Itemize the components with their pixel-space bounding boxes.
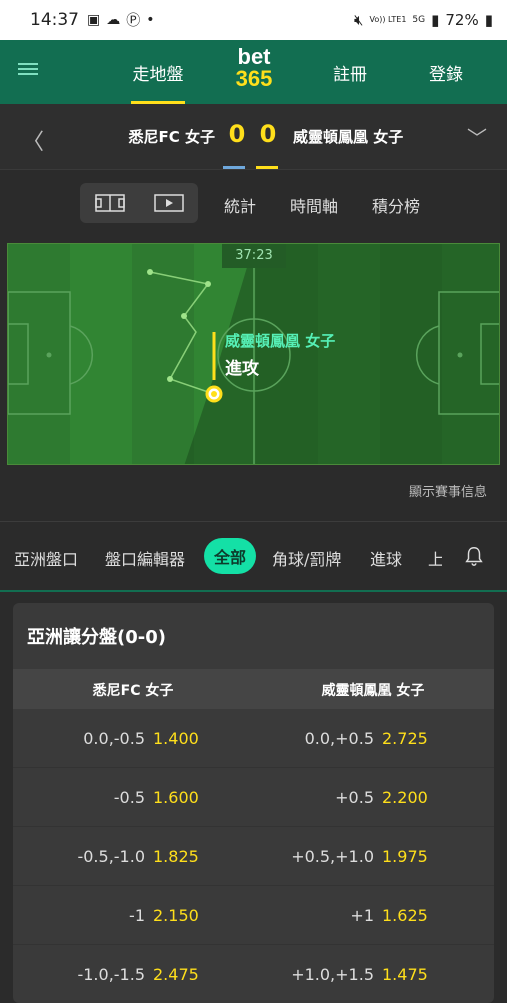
parking-icon: Ⓟ [126, 13, 141, 29]
section-accent-line [0, 590, 507, 592]
odds-value: 1.600 [153, 788, 199, 807]
dot-icon: • [146, 12, 155, 28]
odds-value: 1.400 [153, 729, 199, 748]
video-view-button[interactable] [139, 183, 198, 223]
nav-inplay-label: 走地盤 [132, 64, 184, 85]
pitch-icon [94, 194, 125, 212]
handicap-line: +1.0,+1.5 [291, 965, 374, 984]
pitch-view-button[interactable] [80, 183, 139, 223]
status-bar: 14:37 ▣ ☁ Ⓟ • 🔇︎ Vo)) LTE1 5G ▮ 72% ▮ [0, 0, 507, 40]
bet365-logo[interactable]: bet 365 [224, 46, 284, 98]
top-nav: 走地盤 bet 365 註冊 登錄 [0, 40, 507, 104]
away-score: 0 [259, 120, 277, 148]
odds-value: 1.625 [382, 906, 428, 925]
nav-login[interactable]: 登錄 [428, 40, 464, 104]
gallery-icon: ▣ [87, 12, 101, 28]
home-team-name: 悉尼FC 女子 [128, 128, 215, 146]
col-away-label: 威靈頓鳳凰 女子 [321, 683, 425, 699]
menu-icon[interactable] [18, 60, 38, 80]
chevron-down-icon[interactable]: ﹀ [467, 122, 487, 151]
attacking-team-label: 威靈頓鳳凰 女子 [225, 332, 336, 350]
show-match-info-link[interactable]: 顯示賽事信息 [409, 481, 487, 500]
odds-value: 1.475 [382, 965, 428, 984]
home-score: 0 [228, 120, 246, 148]
odds-value: 1.975 [382, 847, 428, 866]
nav-register-label: 註冊 [333, 64, 367, 85]
table-row: -0.5,-1.0 1.825 +0.5,+1.0 1.975 [13, 827, 494, 886]
odds-value: 2.725 [382, 729, 428, 748]
match-view-tabs: 統計 時間軸 積分榜 [0, 171, 507, 237]
away-odds-cell[interactable]: +0.5 2.200 [253, 768, 493, 827]
bell-icon[interactable] [463, 544, 485, 568]
away-team-name: 威靈頓鳳凰 女子 [293, 128, 404, 146]
mute-icon: 🔇︎ [354, 11, 364, 29]
tab-stats[interactable]: 統計 [224, 193, 256, 217]
view-toggle [80, 183, 198, 223]
away-odds-cell[interactable]: +1.0,+1.5 1.475 [253, 945, 493, 1003]
table-row: -1.0,-1.5 2.475 +1.0,+1.5 1.475 [13, 945, 494, 1003]
table-row: 0.0,-0.5 1.400 0.0,+0.5 2.725 [13, 709, 494, 768]
volte-label: Vo)) LTE1 [369, 15, 407, 24]
tab-goals[interactable]: 進球 [370, 546, 402, 570]
table-row: -0.5 1.600 +0.5 2.200 [13, 768, 494, 827]
logo-bet-text: bet [237, 44, 271, 69]
odds-value: 2.150 [153, 906, 199, 925]
col-home-label: 悉尼FC 女子 [92, 683, 174, 699]
odds-value: 2.475 [153, 965, 199, 984]
handicap-line: -1.0,-1.5 [77, 965, 145, 984]
handicap-line: +1 [350, 906, 374, 925]
handicap-line: -0.5,-1.0 [77, 847, 145, 866]
tab-asian-lines[interactable]: 亞洲盤口 [14, 546, 78, 570]
logo-365-text: 365 [235, 66, 273, 91]
away-odds-cell[interactable]: 0.0,+0.5 2.725 [253, 709, 493, 768]
tab-standings[interactable]: 積分榜 [372, 193, 420, 217]
tab-timeline[interactable]: 時間軸 [290, 193, 338, 217]
battery-icon: ▮ [484, 11, 493, 29]
odds-value: 1.825 [153, 847, 199, 866]
handicap-line: +0.5,+1.0 [291, 847, 374, 866]
nav-login-label: 登錄 [429, 64, 463, 85]
match-clock: 37:23 [222, 244, 286, 268]
tab-all[interactable]: 全部 [204, 538, 257, 574]
home-color-bar [223, 166, 245, 169]
odds-value: 2.200 [382, 788, 428, 807]
away-odds-cell[interactable]: +1 1.625 [253, 886, 493, 945]
signal-icon: ▮ [431, 11, 440, 29]
handicap-line: 0.0,+0.5 [304, 729, 374, 748]
home-odds-cell[interactable]: -0.5,-1.0 1.825 [13, 827, 253, 886]
tab-bet-builder[interactable]: 盤口編輯器 [105, 546, 185, 570]
away-odds-cell[interactable]: +0.5,+1.0 1.975 [253, 827, 493, 886]
nav-register[interactable]: 註冊 [332, 40, 368, 104]
clock-time: 14:37 [30, 10, 79, 30]
network-label: 5G [412, 15, 426, 25]
handicap-line: -1 [129, 906, 145, 925]
attack-status-label: 進攻 [225, 359, 259, 379]
away-color-bar [256, 166, 278, 169]
battery-text: 72% [445, 11, 479, 29]
market-column-header: 悉尼FC 女子 威靈頓鳳凰 女子 [13, 669, 494, 709]
home-odds-cell[interactable]: -1.0,-1.5 2.475 [13, 945, 253, 1003]
handicap-line: +0.5 [335, 788, 374, 807]
tab-more[interactable]: 上 [428, 546, 442, 570]
play-icon [153, 194, 184, 212]
market-tabs: 亞洲盤口 盤口編輯器 全部 角球/罰牌 進球 上 [0, 522, 507, 590]
tab-corners-cards[interactable]: 角球/罰牌 [272, 546, 341, 570]
chevron-left-icon[interactable]: 〈 [22, 124, 44, 156]
asian-handicap-market: 亞洲讓分盤(0-0) 悉尼FC 女子 威靈頓鳳凰 女子 0.0,-0.5 1.4… [13, 603, 494, 1003]
home-odds-cell[interactable]: -0.5 1.600 [13, 768, 253, 827]
nav-inplay[interactable]: 走地盤 [131, 40, 185, 104]
home-odds-cell[interactable]: -1 2.150 [13, 886, 253, 945]
match-header: 〈 悉尼FC 女子 0 0 威靈頓鳳凰 女子 ﹀ [0, 104, 507, 170]
pitch-visualization: 37:23 威靈頓鳳凰 女子 進攻 [7, 243, 500, 465]
table-row: -1 2.150 +1 1.625 [13, 886, 494, 945]
cloud-icon: ☁ [106, 12, 121, 28]
market-title: 亞洲讓分盤(0-0) [27, 627, 166, 648]
home-odds-cell[interactable]: 0.0,-0.5 1.400 [13, 709, 253, 768]
handicap-line: -0.5 [113, 788, 145, 807]
handicap-line: 0.0,-0.5 [83, 729, 145, 748]
